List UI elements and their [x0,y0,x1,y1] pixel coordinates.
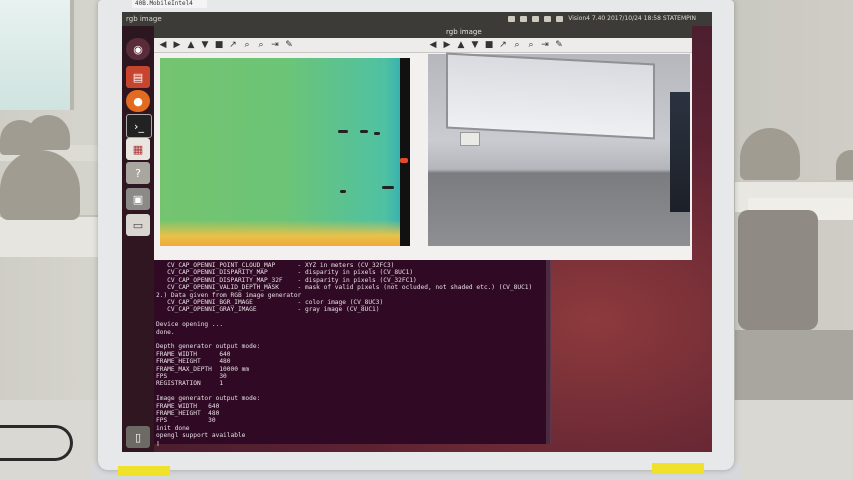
zoom-out-icon[interactable]: ⌕ [256,40,266,50]
rgb-image[interactable] [428,52,690,246]
properties-icon[interactable]: ✎ [554,40,564,50]
zoom-fit-icon[interactable]: ■ [484,40,494,50]
zoom-original-icon[interactable]: ↗ [498,40,508,50]
depth-near-region [160,220,410,246]
pan-down-icon[interactable]: ▼ [470,40,480,50]
properties-icon[interactable]: ✎ [284,40,294,50]
terminal-line: FRAME_WIDTH 640 [156,350,231,358]
zoom-in-icon[interactable]: ⌕ [512,40,522,50]
terminal-line: FRAME_WIDTH 640 [156,402,220,410]
launcher: ◉ ▤ ● ›_ ▦ ? ▣ ▭ ▯ [122,26,154,452]
dash-icon[interactable]: ◉ [126,38,150,60]
save-icon[interactable]: ⇥ [270,40,280,50]
depth-window-title [154,26,424,38]
terminal-line: ▯ [156,439,160,447]
depth-hole [374,132,380,135]
zoom-original-icon[interactable]: ↗ [228,40,238,50]
laptop-sticker [652,463,704,473]
volume-icon[interactable] [556,16,564,22]
terminal-line: done. [156,328,175,336]
battery-icon[interactable] [544,16,552,22]
depth-image[interactable] [160,58,410,246]
zoom-in-icon[interactable]: ⌕ [242,40,252,50]
active-window-title: rgb image [126,15,162,23]
files-icon[interactable]: ▤ [126,66,150,88]
top-panel: rgb image Vision4 7.40 2017/10/24 18:58 … [122,12,712,26]
software-center-icon[interactable]: ▦ [126,138,150,160]
room-window [0,0,74,110]
depth-hole [340,190,346,193]
pan-right-icon[interactable]: ▶ [172,40,182,50]
terminal-line: CV_CAP_OPENNI_POINT_CLOUD_MAP - XYZ in m… [156,262,395,269]
network-icon[interactable] [532,16,540,22]
terminal-scrollbar[interactable] [546,260,550,444]
workspace-icon[interactable]: ▭ [126,214,150,236]
pan-up-icon[interactable]: ▲ [456,40,466,50]
terminal-line: FRAME_HEIGHT 480 [156,410,220,417]
depth-hole [382,186,394,189]
terminal-line: FRAME_HEIGHT 480 [156,358,231,366]
rgb-window-title: rgb image [424,26,692,38]
terminal-line: CV_CAP_OPENNI_VALID_DEPTH_MASK - mask of… [156,284,533,292]
desk [0,215,100,257]
chair [0,150,80,220]
terminal-line: CV_CAP_OPENNI_BGR_IMAGE - color image (C… [156,299,384,306]
status-area: Vision4 7.40 2017/10/24 18:58 STATEMPIN [508,12,696,26]
terminal-line: opengl support available [156,432,246,440]
firefox-icon[interactable]: ● [126,90,150,112]
depth-toolbar: ◀ ▶ ▲ ▼ ■ ↗ ⌕ ⌕ ⇥ ✎ [154,38,424,53]
terminal-line: REGISTRATION 1 [156,380,224,388]
rgb-window: rgb image ◀ ▶ ▲ ▼ ■ ↗ ⌕ ⌕ ⇥ ✎ [424,26,692,260]
terminal-line: Device opening ... [156,321,224,329]
person [670,92,690,212]
terminal-window[interactable]: CV_CAP_OPENNI_POINT_CLOUD_MAP - XYZ in m… [154,260,551,447]
whiteboard [446,52,655,140]
pan-left-icon[interactable]: ◀ [158,40,168,50]
depth-hole [360,130,368,133]
depth-hole [338,130,348,133]
terminal-line: Image generator output mode: [156,395,261,403]
terminal-line: CV_CAP_OPENNI_DISPARITY_MAP_32F - dispar… [156,276,417,284]
save-icon[interactable]: ⇥ [540,40,550,50]
pan-up-icon[interactable]: ▲ [186,40,196,50]
depth-marker [400,158,408,163]
laptop-screen: rgb image Vision4 7.40 2017/10/24 18:58 … [122,12,712,452]
clock[interactable]: Vision4 7.40 2017/10/24 18:58 STATEMPIN [568,12,696,26]
terminal-icon[interactable]: ›_ [126,114,152,138]
mail-icon[interactable] [520,16,528,22]
depth-window: ◀ ▶ ▲ ▼ ■ ↗ ⌕ ⌕ ⇥ ✎ [154,26,424,260]
terminal-line: init done [156,424,190,432]
zoom-fit-icon[interactable]: ■ [214,40,224,50]
chair [738,210,818,330]
terminal-line: FPS 30 [156,373,227,380]
terminal-line: FPS 30 [156,417,216,425]
terminal-line: CV_CAP_OPENNI_GRAY_IMAGE - gray image (C… [156,306,380,314]
asset-sticker: 40B.MobileIntel4 [132,0,207,8]
depth-invalid-region [400,58,410,246]
help-icon[interactable]: ? [126,162,150,184]
cable [0,425,73,461]
chair [740,128,800,180]
trash-icon[interactable]: ▯ [126,426,150,448]
pan-right-icon[interactable]: ▶ [442,40,452,50]
settings-icon[interactable]: ▣ [126,188,150,210]
terminal-line: 2.) Data given from RGB image generator [156,291,302,299]
pan-down-icon[interactable]: ▼ [200,40,210,50]
zoom-out-icon[interactable]: ⌕ [526,40,536,50]
pan-left-icon[interactable]: ◀ [428,40,438,50]
laptop-sticker [118,466,170,476]
terminal-line: CV_CAP_OPENNI_DISPARITY_MAP - disparity … [156,269,414,277]
terminal-line: FRAME_MAX_DEPTH 10000 mm [156,365,250,373]
rgb-toolbar: ◀ ▶ ▲ ▼ ■ ↗ ⌕ ⌕ ⇥ ✎ [424,38,692,53]
wall-outlet [460,132,480,146]
terminal-line: Depth generator output mode: [156,343,261,351]
keyboard-icon[interactable] [508,16,516,22]
